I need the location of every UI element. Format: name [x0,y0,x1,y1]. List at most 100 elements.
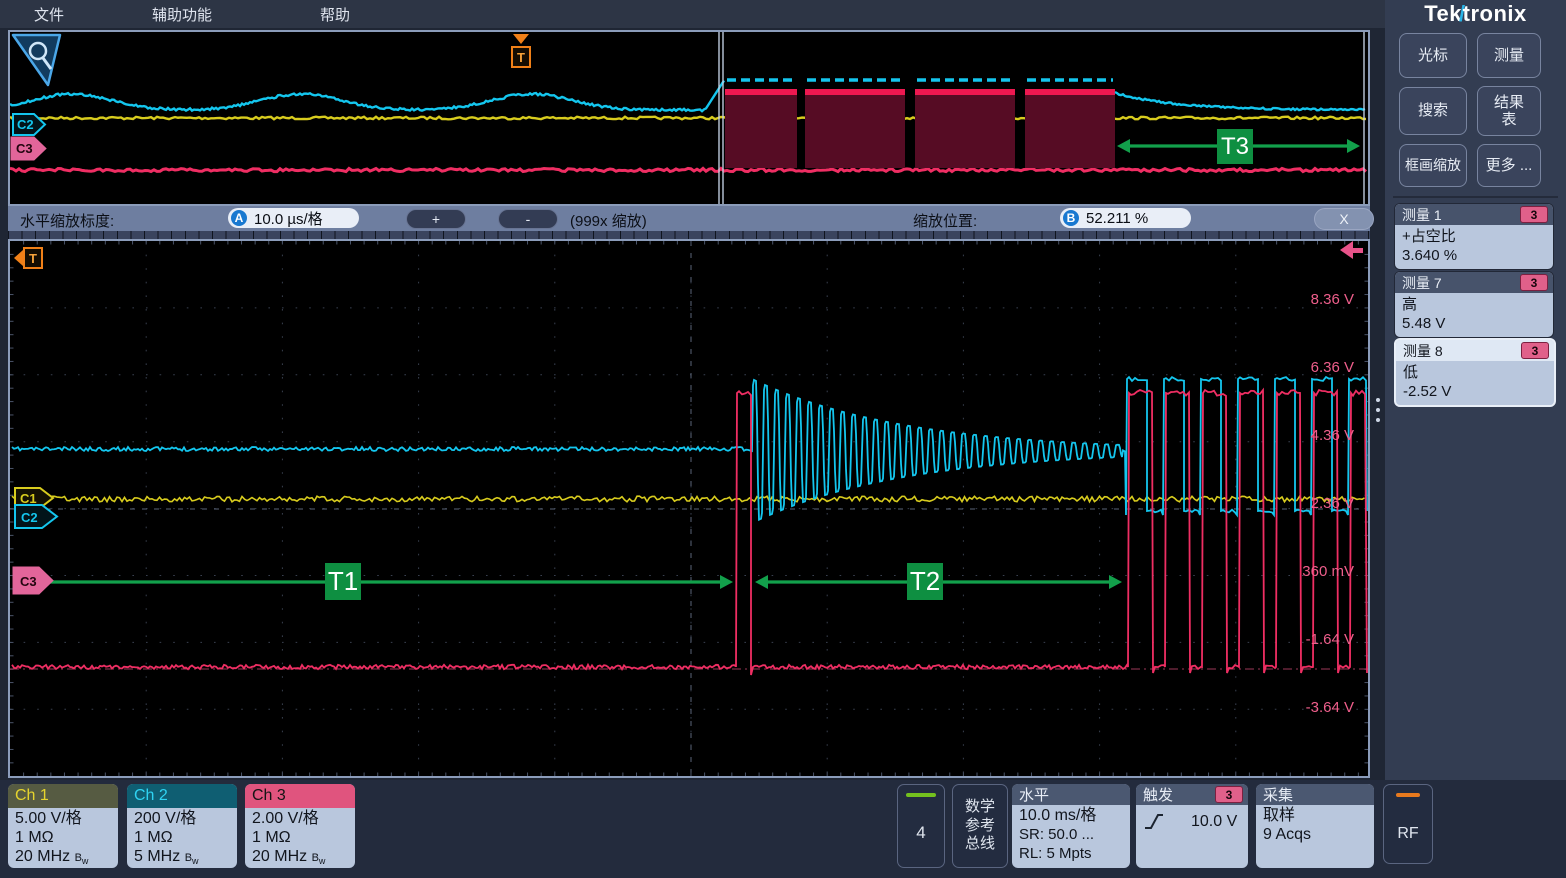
ch2-impedance: 1 MΩ [134,828,237,847]
ch2-name: Ch 2 [127,784,237,808]
acquisition-count: 9 Acqs [1263,825,1374,844]
t3-annotation-label: T3 [1217,129,1253,164]
cursors-button[interactable]: 光标 [1399,33,1467,78]
math-ref-bus-button[interactable]: 数学 参考 总线 [952,784,1008,868]
scale-label-2: 6.36 V [1240,359,1354,377]
digital-channel-number: 4 [898,823,944,843]
logo-text-pre: Tek [1424,1,1462,26]
channel-badge-c2[interactable]: C2 [14,504,60,530]
overview-waveforms [10,32,1368,204]
trigger-position-marker[interactable]: T [511,34,531,68]
ch2-bandwidth: 5 MHz Bw [134,847,237,868]
measurement-1-header: 测量 1 3 [1395,204,1553,225]
t1-annotation-label: T1 [325,563,361,600]
horizontal-badge[interactable]: 水平 10.0 ms/格 SR: 50.0 ... RL: 5 Mpts [1012,784,1130,868]
measurement-7-value: 5.48 V [1402,314,1546,333]
b-knob-icon: B [1063,210,1079,226]
acquisition-badge[interactable]: 采集 取样 9 Acqs [1256,784,1374,868]
menu-utility[interactable]: 辅助功能 [138,4,226,25]
zoom-overview-icon[interactable] [10,32,64,90]
ch3-name: Ch 3 [245,784,355,808]
search-button[interactable]: 搜索 [1399,87,1467,135]
drawer-handle[interactable] [1376,398,1380,422]
ch1-impedance: 1 MΩ [15,828,118,847]
zoom-position-label: 缩放位置: [913,210,977,231]
channel-badge-c3[interactable]: C3 [12,566,56,596]
rf-label: RF [1384,825,1432,843]
scale-label-1: 8.36 V [1240,291,1354,309]
zoom-scale-value[interactable]: A 10.0 µs/格 [228,208,359,228]
measurement-7-title: 测量 7 [1402,273,1442,293]
trigger-badge[interactable]: 触发 3 10.0 V [1136,784,1248,868]
measurement-8-header: 测量 8 3 [1396,340,1554,361]
ch2-scale: 200 V/格 [134,809,237,828]
scale-label-7: -3.64 V [1240,699,1354,717]
menu-file[interactable]: 文件 [20,4,78,25]
channel-badge-c3-overview[interactable]: C3 [10,136,48,162]
trigger-source-chip: 3 [1215,786,1243,803]
trigger-offscreen-marker[interactable]: T [14,247,43,269]
a-knob-icon: A [231,210,247,226]
channel-1-badge[interactable]: Ch 1 5.00 V/格 1 MΩ 20 MHz Bw [8,784,118,868]
measurement-badge-1[interactable]: 测量 1 3 +占空比 3.640 % [1394,203,1554,270]
measurement-1-name: +占空比 [1402,227,1546,246]
measurement-8-value: -2.52 V [1403,382,1547,401]
scale-label-6: -1.64 V [1240,631,1354,649]
digital-channels-button[interactable]: 4 [897,784,945,868]
measurement-7-header: 测量 7 3 [1395,272,1553,293]
measure-button[interactable]: 测量 [1477,33,1541,78]
t2-annotation-label: T2 [907,563,943,600]
measurement-8-name: 低 [1403,363,1547,382]
c2-badge-label-main: C2 [21,510,38,525]
rf-indicator-line [1396,793,1420,797]
zoom-scale-text: 10.0 µs/格 [254,208,323,229]
pink-arrow-tail [1353,248,1363,253]
c3-badge-label: C3 [16,141,33,156]
right-sidebar: Tek/tronix 光标 测量 搜索 结果 表 框画缩放 更多 ... 测量 … [1385,0,1566,780]
channel-2-badge[interactable]: Ch 2 200 V/格 1 MΩ 5 MHz Bw [127,784,237,868]
measurement-badge-8[interactable]: 测量 8 3 低 -2.52 V [1394,338,1556,407]
horizontal-sample-rate: SR: 50.0 ... [1019,825,1130,844]
measurement-1-body: +占空比 3.640 % [1395,225,1553,269]
trigger-t-label: T [511,46,531,68]
zoom-out-button[interactable]: - [498,209,558,229]
trigger-arrow-icon [513,34,529,44]
draw-zoom-button[interactable]: 框画缩放 [1399,144,1467,187]
measurement-8-body: 低 -2.52 V [1396,361,1554,405]
trigger-title: 触发 [1143,784,1173,805]
measurement-8-title: 测量 8 [1403,341,1443,361]
zoom-waveform-display[interactable]: T C1 C2 C3 8.36 V 6.36 V 4.36 V 2.36 V 3… [8,239,1370,778]
channel-3-badge[interactable]: Ch 3 2.00 V/格 1 MΩ 20 MHz Bw [245,784,355,868]
trigger-level-arrow[interactable] [1340,241,1363,259]
pink-arrow-icon [1340,241,1353,259]
menu-help[interactable]: 帮助 [306,4,364,25]
rf-button[interactable]: RF [1383,784,1433,864]
digital-channel-indicator [906,793,936,797]
zoom-position-value[interactable]: B 52.211 % [1060,208,1191,228]
measurement-7-source-chip: 3 [1520,274,1548,291]
trigger-header: 触发 3 [1136,784,1248,805]
more-button[interactable]: 更多 ... [1477,144,1541,187]
main-waveforms [10,241,1368,776]
ch3-settings: 2.00 V/格 1 MΩ 20 MHz Bw [245,808,355,868]
zoom-scale-label: 水平缩放标度: [20,210,114,231]
ch3-scale: 2.00 V/格 [252,809,355,828]
measurement-8-source-chip: 3 [1521,342,1549,359]
zoom-toolbar: 水平缩放标度: A 10.0 µs/格 + - (999x 缩放) 缩放位置: … [8,206,1370,231]
acquisition-settings: 取样 9 Acqs [1256,805,1374,844]
logo-text-post: tronix [1463,1,1527,26]
ch1-scale: 5.00 V/格 [15,809,118,828]
channel-badge-c2-overview[interactable]: C2 [12,113,48,137]
zoom-in-button[interactable]: + [406,209,466,229]
results-table-button[interactable]: 结果 表 [1477,86,1541,136]
horizontal-settings: 10.0 ms/格 SR: 50.0 ... RL: 5 Mpts [1012,805,1130,863]
ch3-bandwidth: 20 MHz Bw [252,847,355,868]
measurement-7-name: 高 [1402,295,1546,314]
waveform-overview[interactable]: T C2 C3 T3 [8,30,1370,206]
measurement-1-source-chip: 3 [1520,206,1548,223]
zoom-close-button[interactable]: X [1314,208,1374,230]
bottom-bar: Ch 1 5.00 V/格 1 MΩ 20 MHz Bw Ch 2 200 V/… [0,780,1566,878]
measurement-badge-7[interactable]: 测量 7 3 高 5.48 V [1394,271,1554,338]
menu-bar: 文件 辅助功能 帮助 [0,0,1385,28]
acquisition-mode: 取样 [1263,806,1374,825]
